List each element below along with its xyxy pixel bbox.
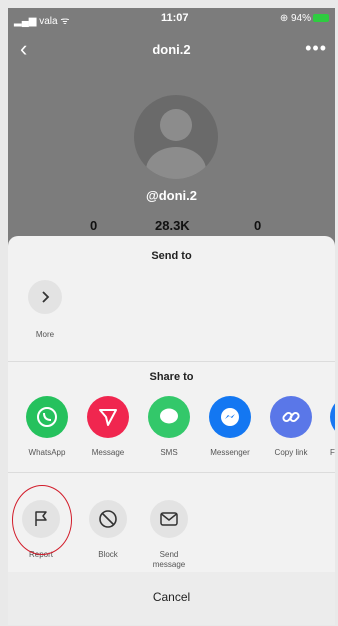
divider <box>8 361 335 362</box>
send-message-label: Send message <box>152 550 186 569</box>
share-sheet: Send to More Share to WhatsApp Message S… <box>8 236 335 625</box>
likes-count: 0 <box>254 218 262 233</box>
envelope-icon <box>160 512 178 526</box>
screen: ▂▄▆ vala ᯤ 11:07 ⊕ 94% ‹ doni.2 ••• @don… <box>8 8 335 625</box>
send-to-title: Send to <box>151 250 192 262</box>
cancel-label: Cancel <box>152 590 191 604</box>
message-button[interactable] <box>87 396 129 438</box>
status-time: 11:07 <box>161 12 189 24</box>
battery: ⊕ 94% <box>280 13 329 24</box>
facebook-button[interactable] <box>330 396 335 438</box>
message-label: Message <box>91 448 125 457</box>
following-count: 0 <box>90 218 98 233</box>
more-options-icon[interactable]: ••• <box>305 38 327 59</box>
status-bar: ▂▄▆ vala ᯤ 11:07 ⊕ 94% <box>8 8 335 30</box>
username-handle: @doni.2 <box>146 188 197 203</box>
share-to-title: Share to <box>149 371 194 383</box>
avatar[interactable] <box>134 95 218 179</box>
copy-link-label: Copy link <box>274 448 308 457</box>
highlight-ring <box>12 485 72 555</box>
block-button[interactable] <box>89 500 127 538</box>
block-icon <box>99 510 117 528</box>
more-button[interactable] <box>28 280 62 314</box>
avatar-body <box>146 147 206 179</box>
messenger-button[interactable] <box>209 396 251 438</box>
battery-icon <box>313 14 329 23</box>
carrier: ▂▄▆ vala ᯤ <box>14 16 70 27</box>
more-label: More <box>35 330 55 339</box>
messenger-label: Messenger <box>210 448 250 457</box>
chevron-right-icon <box>42 291 50 303</box>
link-icon <box>282 411 300 423</box>
sms-bubble-icon <box>160 408 178 424</box>
send-message-button[interactable] <box>150 500 188 538</box>
facebook-label: Fa <box>330 448 335 457</box>
whatsapp-icon <box>37 407 57 427</box>
followers-count: 28.3K <box>155 218 190 233</box>
avatar-head <box>160 109 192 141</box>
messenger-icon <box>221 408 239 426</box>
send-icon <box>99 409 117 426</box>
page-title: doni.2 <box>152 42 191 57</box>
divider <box>8 472 335 473</box>
sms-label: SMS <box>160 448 178 457</box>
whatsapp-button[interactable] <box>26 396 68 438</box>
block-label: Block <box>98 550 118 559</box>
top-nav: ‹ doni.2 ••• <box>8 36 335 66</box>
cancel-button[interactable]: Cancel <box>8 572 335 625</box>
copy-link-button[interactable] <box>270 396 312 438</box>
whatsapp-label: WhatsApp <box>28 448 66 457</box>
sms-button[interactable] <box>148 396 190 438</box>
